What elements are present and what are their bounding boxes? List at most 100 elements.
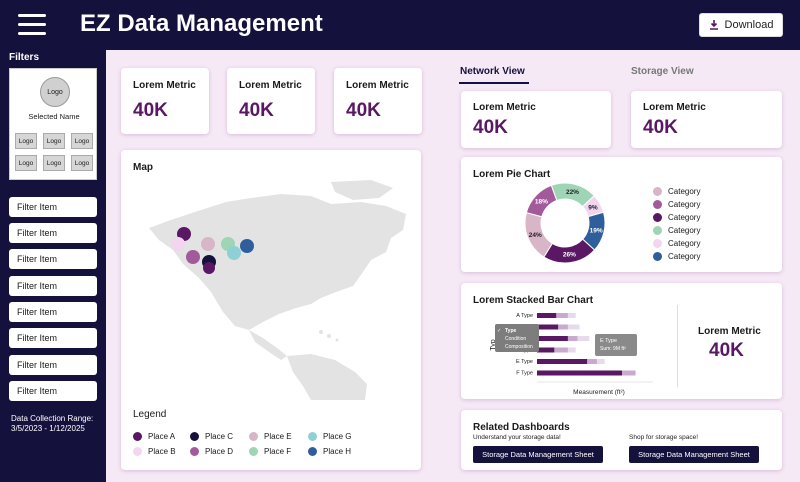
legend-label: Place G [323,432,352,441]
legend-item-place-d: Place D [190,447,233,456]
legend-dot [249,447,258,456]
divider [677,305,678,387]
stacked-bar-segment[interactable] [537,347,555,353]
legend-label: Place A [148,432,176,441]
legend-item-place-h: Place H [308,447,351,456]
legend-label: Place H [323,447,352,456]
stacked-bar-segment[interactable] [558,324,568,330]
category-label: F Type [516,371,533,377]
filter-item[interactable]: Filter Item [9,381,97,401]
stacked-bar-segment[interactable] [567,336,578,341]
pie-legend-item: Category [653,226,700,235]
marker-place-d [186,250,200,264]
legend-label: Category [668,200,701,209]
mini-logo[interactable]: Logo [43,155,65,171]
filter-item[interactable]: Filter Item [9,355,97,375]
metric-label: Lorem Metric [346,80,409,91]
stacked-bar-segment[interactable] [537,336,568,341]
filters-title: Filters [9,52,40,63]
metric-label: Lorem Metric [698,326,761,337]
filter-item[interactable]: Filter Item [9,302,97,322]
category-label: E Type [516,359,533,365]
stacked-bar-segment[interactable] [567,313,576,318]
legend-item-place-c: Place C [190,432,233,441]
tab-storage-view[interactable]: Storage View [631,66,694,77]
metric-value: 40K [239,100,274,121]
metric-value: 40K [473,117,508,138]
filter-item[interactable]: Filter Item [9,249,97,269]
stacked-bar-segment[interactable] [596,359,605,364]
metric-card: Lorem Metric 40K [461,91,611,148]
pie-slice-label: 18% [535,198,548,205]
pie-slice-label: 26% [563,252,576,259]
south-america-shape [287,354,367,400]
mini-logo[interactable]: Logo [15,133,37,149]
stacked-bar-segment[interactable] [556,313,568,318]
mini-logo[interactable]: Logo [43,133,65,149]
mini-logo[interactable]: Logo [71,155,93,171]
stacked-bar-segment[interactable] [567,347,576,353]
legend-dot [133,432,142,441]
legend-dot [653,239,662,248]
mini-logo[interactable]: Logo [71,133,93,149]
legend-label: Place D [205,447,234,456]
legend-dot [190,432,199,441]
profile-card: Logo Selected Name Logo Logo Logo Logo L… [9,68,97,180]
island-dot [335,338,339,342]
legend-dot [653,200,662,209]
tooltip-title: E Type [600,338,617,344]
check-icon: ✓ [497,328,501,334]
filter-item[interactable]: Filter Item [9,223,97,243]
storage-sheet-button-left[interactable]: Storage Data Management Sheet [473,446,603,463]
dropdown-option[interactable]: Type [505,328,517,334]
pie-slice-label: 24% [529,232,542,239]
mini-logo[interactable]: Logo [15,155,37,171]
pie-legend-item: Category [653,213,700,222]
filter-item[interactable]: Filter Item [9,197,97,217]
pie-legend-item: Category [653,239,700,248]
storage-sheet-button-right[interactable]: Storage Data Management Sheet [629,446,759,463]
legend-dot [653,226,662,235]
legend-dot [308,432,317,441]
stacked-bar-segment[interactable] [622,370,636,376]
category-label: A Type [516,313,533,319]
marker-place-e [201,237,215,251]
metric-card: Lorem Metric 40K [121,68,209,134]
metric-label: Lorem Metric [133,80,196,91]
x-axis-label: Measurement (ft²) [573,389,625,396]
date-range: Data Collection Range: 3/5/2023 - 1/12/2… [11,414,94,433]
related-right-text: Shop for storage space! [629,434,699,441]
filter-item[interactable]: Filter Item [9,328,97,348]
pie-slice-label: 19% [590,227,603,234]
pie-chart[interactable]: 22% 9% 19% 26% 24% 18% [523,181,607,265]
map-canvas[interactable] [131,180,411,400]
stacked-bar-segment[interactable] [537,359,588,364]
tab-network-view[interactable]: Network View [460,66,525,77]
stacked-bar-segment[interactable] [537,313,557,318]
pie-chart-title: Lorem Pie Chart [473,169,551,180]
stacked-bar-chart[interactable]: TypA TypeB TypeC TypeD TypeE TypeF TypeM… [465,307,665,397]
menu-icon[interactable] [18,14,46,36]
stacked-bar-segment[interactable] [577,336,590,341]
stacked-bar-segment[interactable] [567,324,580,330]
stacked-bar-segment[interactable] [537,370,623,376]
tab-active-underline [459,82,529,84]
north-america-shape [149,194,406,330]
legend-label: Place E [264,432,292,441]
legend-label: Category [668,187,701,196]
pie-legend-item: Category [653,200,700,209]
legend-item-place-e: Place E [249,432,292,441]
dropdown-option[interactable]: Composition [505,344,533,350]
stacked-bar-segment[interactable] [554,347,568,353]
filter-item[interactable]: Filter Item [9,276,97,296]
legend-dot [133,447,142,456]
stacked-bar-segment[interactable] [537,324,559,330]
download-button[interactable]: Download [699,13,783,37]
legend-label: Category [668,226,701,235]
legend-dot [190,447,199,456]
download-label: Download [724,19,774,31]
stacked-bar-segment[interactable] [587,359,597,364]
dropdown-option[interactable]: Condition [505,336,526,342]
legend-label: Category [668,213,701,222]
legend-dot [653,252,662,261]
